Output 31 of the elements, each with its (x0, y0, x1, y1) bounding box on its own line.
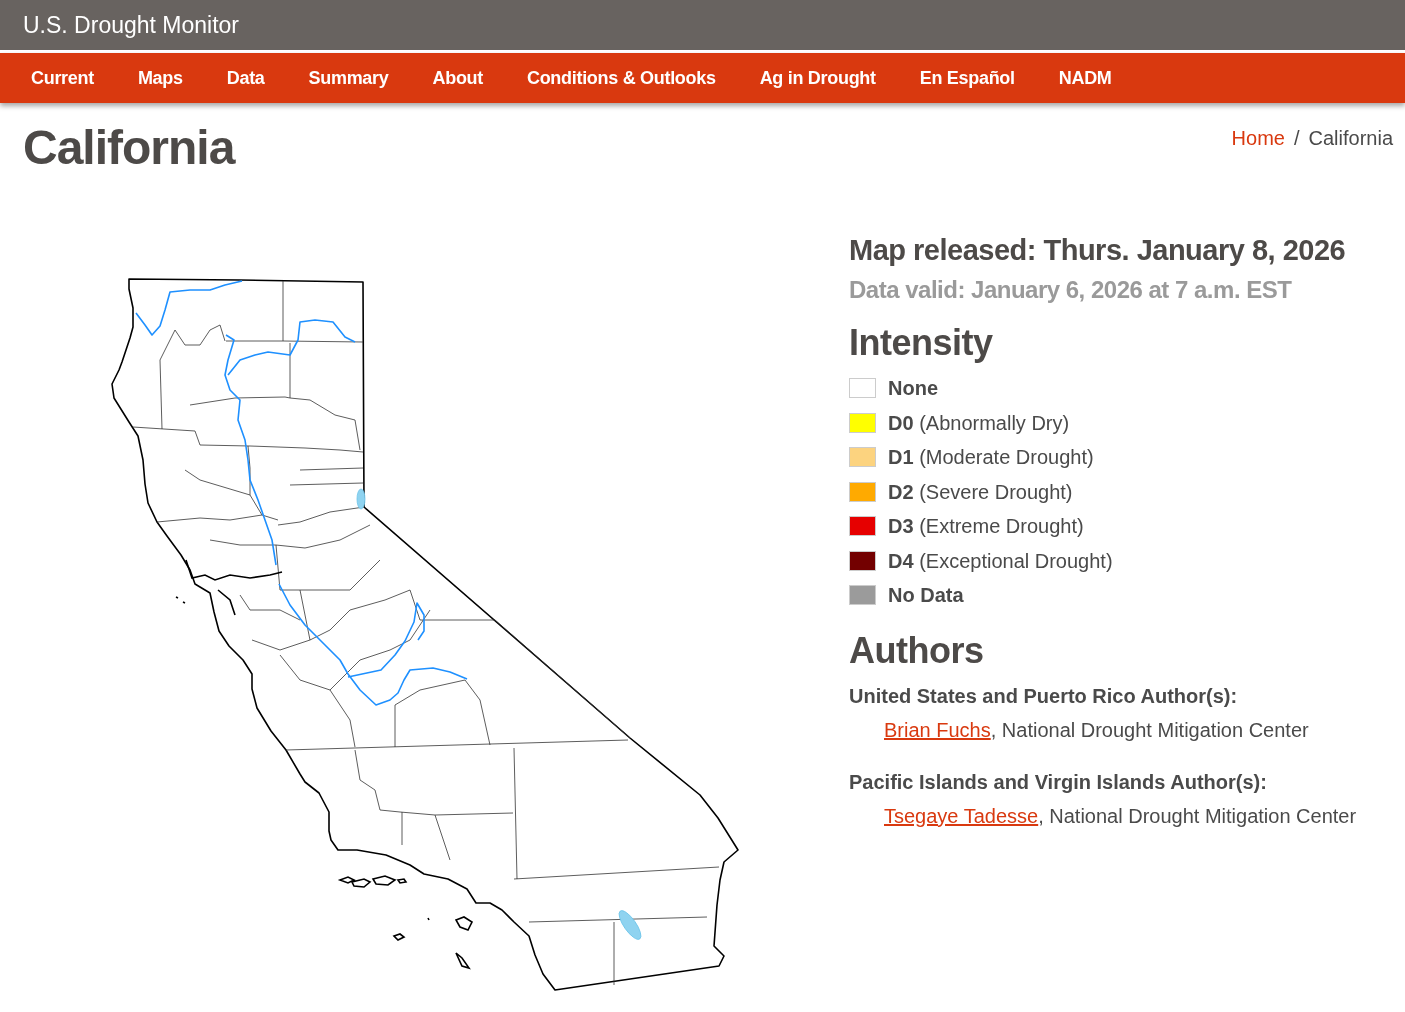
nav-link[interactable]: Ag in Drought (759, 65, 876, 91)
legend-label: D1 (Moderate Drought) (888, 445, 1094, 471)
breadcrumb-link[interactable]: Home (1231, 124, 1285, 152)
legend-label: D4 (Exceptional Drought) (888, 548, 1113, 574)
data-valid-date: Data valid: January 6, 2026 at 7 a.m. EST (849, 275, 1293, 305)
nav-link[interactable]: Conditions & Outlooks (526, 65, 716, 91)
nav-link[interactable]: Maps (137, 65, 183, 91)
legend-title: Intensity (849, 321, 994, 365)
nav-link[interactable]: En Español (919, 65, 1015, 91)
page-title: California (23, 120, 235, 176)
legend-label: D0 (Abnormally Dry) (888, 410, 1070, 436)
nav-link[interactable]: Summary (308, 65, 389, 91)
legend-label: D3 (Extreme Drought) (888, 514, 1084, 540)
author-group-heading: United States and Puerto Rico Author(s): (849, 683, 1238, 709)
nav-link[interactable]: Data (226, 65, 265, 91)
breadcrumb-current: California (1308, 126, 1393, 151)
nav-link[interactable]: Current (31, 65, 94, 91)
legend-label: D2 (Severe Drought) (888, 479, 1073, 505)
author-credit: Brian Fuchs, National Drought Mitigation Center (884, 717, 1309, 743)
map-release-date: Map released: Thurs. January 8, 2026 (849, 233, 1347, 268)
authors-title: Authors (849, 628, 985, 673)
legend-label: None (888, 376, 938, 402)
nav-link[interactable]: About (432, 65, 483, 91)
author-credit: Tsegaye Tadesse, National Drought Mitigation Center (884, 803, 1357, 829)
nav-link[interactable]: NADM (1058, 65, 1112, 91)
breadcrumb-separator: / (1293, 126, 1300, 151)
site-title[interactable]: U.S. Drought Monitor (23, 10, 240, 40)
legend-label: No Data (888, 583, 964, 609)
author-link[interactable]: Brian Fuchs (884, 718, 991, 741)
author-group-heading: Pacific Islands and Virgin Islands Author(s): (849, 769, 1267, 795)
author-link[interactable]: Tsegaye Tadesse (884, 804, 1039, 827)
